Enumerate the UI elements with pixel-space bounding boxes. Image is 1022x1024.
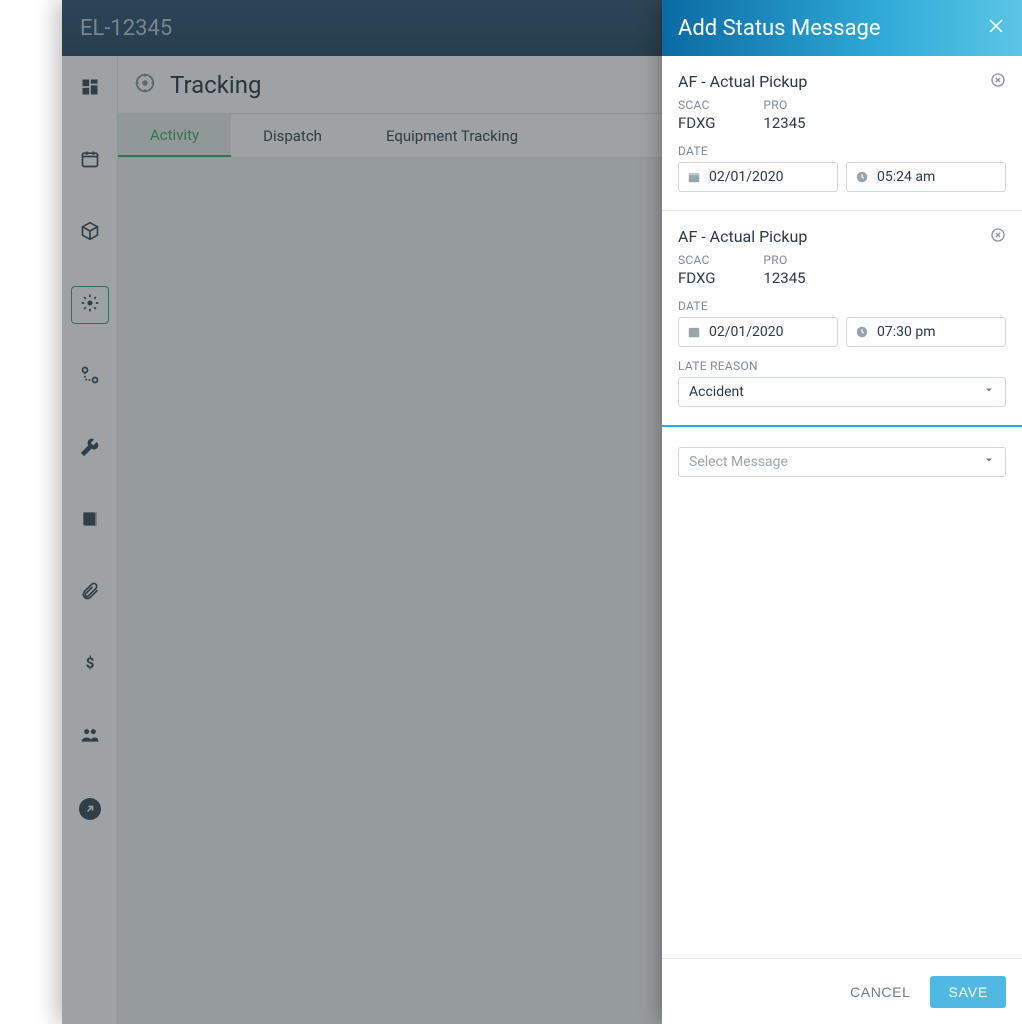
panel-header: Add Status Message xyxy=(662,0,1022,56)
remove-status-button[interactable] xyxy=(990,227,1006,247)
time-value: 07:30 pm xyxy=(877,324,935,340)
status-block: AF - Actual Pickup SCAC FDXG PRO 12345 D… xyxy=(662,211,1022,427)
sidebar-item-attachments[interactable] xyxy=(71,574,109,612)
scac-value: FDXG xyxy=(678,114,715,132)
package-icon xyxy=(80,221,100,245)
sidebar-item-tracking[interactable] xyxy=(71,286,109,324)
dollar-icon: $ xyxy=(80,653,100,677)
remove-icon xyxy=(990,72,1006,88)
sidebar-item-calendar[interactable] xyxy=(71,142,109,180)
panel-body: AF - Actual Pickup SCAC FDXG PRO 12345 D… xyxy=(662,56,1022,958)
tracking-icon xyxy=(80,293,100,317)
scac-value: FDXG xyxy=(678,269,715,287)
late-reason-label: LATE REASON xyxy=(678,359,1006,373)
close-icon xyxy=(986,16,1006,36)
sidebar-item-tools[interactable] xyxy=(71,430,109,468)
tab-activity[interactable]: Activity xyxy=(118,114,231,157)
date-label: DATE xyxy=(678,144,1006,158)
status-block: AF - Actual Pickup SCAC FDXG PRO 12345 D… xyxy=(662,56,1022,211)
sidebar-item-launch[interactable] xyxy=(71,790,109,828)
page-title: Tracking xyxy=(170,71,261,99)
select-message-placeholder: Select Message xyxy=(689,454,788,470)
date-value: 02/01/2020 xyxy=(709,169,784,185)
window-title: EL-12345 xyxy=(80,16,172,41)
wrench-icon xyxy=(80,437,100,461)
clock-icon xyxy=(855,170,869,184)
date-input[interactable]: 02/01/2020 xyxy=(678,317,838,347)
calendar-icon xyxy=(687,325,701,339)
late-reason-value: Accident xyxy=(689,384,744,400)
date-value: 02/01/2020 xyxy=(709,324,784,340)
chevron-down-icon xyxy=(983,454,995,470)
late-reason-select[interactable]: Accident xyxy=(678,377,1006,407)
pro-value: 12345 xyxy=(763,114,805,132)
calendar-icon xyxy=(687,170,701,184)
panel-title: Add Status Message xyxy=(678,16,881,41)
time-value: 05:24 am xyxy=(877,169,935,185)
panel-footer: CANCEL SAVE xyxy=(662,958,1022,1024)
dashboard-icon xyxy=(80,77,100,101)
sidebar-item-package[interactable] xyxy=(71,214,109,252)
book-icon xyxy=(80,509,100,533)
time-input[interactable]: 05:24 am xyxy=(846,162,1006,192)
sidebar-item-billing[interactable]: $ xyxy=(71,646,109,684)
date-input[interactable]: 02/01/2020 xyxy=(678,162,838,192)
pro-label: PRO xyxy=(763,98,805,112)
clock-icon xyxy=(855,325,869,339)
cancel-button[interactable]: CANCEL xyxy=(850,984,910,1000)
close-button[interactable] xyxy=(986,16,1006,40)
scac-label: SCAC xyxy=(678,253,715,267)
scac-label: SCAC xyxy=(678,98,715,112)
tracking-header-icon xyxy=(134,72,156,98)
remove-icon xyxy=(990,227,1006,243)
date-label: DATE xyxy=(678,299,1006,313)
sidebar-item-route[interactable] xyxy=(71,358,109,396)
launch-icon xyxy=(79,798,101,820)
select-message[interactable]: Select Message xyxy=(678,447,1006,477)
select-message-block: Select Message xyxy=(662,427,1022,493)
time-input[interactable]: 07:30 pm xyxy=(846,317,1006,347)
sidebar-item-people[interactable] xyxy=(71,718,109,756)
people-icon xyxy=(80,725,100,749)
attachment-icon xyxy=(80,581,100,605)
sidebar: $ xyxy=(62,56,118,1024)
calendar-icon xyxy=(80,149,100,173)
add-status-panel: Add Status Message AF - Actual Pickup SC… xyxy=(662,0,1022,1024)
status-title: AF - Actual Pickup xyxy=(678,227,807,246)
tab-dispatch[interactable]: Dispatch xyxy=(231,114,354,157)
sidebar-item-docs[interactable] xyxy=(71,502,109,540)
sidebar-item-dashboard[interactable] xyxy=(71,70,109,108)
save-button[interactable]: SAVE xyxy=(930,976,1006,1008)
remove-status-button[interactable] xyxy=(990,72,1006,92)
status-title: AF - Actual Pickup xyxy=(678,72,807,91)
tab-label: Dispatch xyxy=(263,127,322,145)
svg-text:$: $ xyxy=(85,654,94,672)
pro-value: 12345 xyxy=(763,269,805,287)
pro-label: PRO xyxy=(763,253,805,267)
tab-label: Equipment Tracking xyxy=(386,127,518,145)
tab-equipment-tracking[interactable]: Equipment Tracking xyxy=(354,114,550,157)
tab-label: Activity xyxy=(150,126,199,144)
chevron-down-icon xyxy=(983,384,995,400)
route-icon xyxy=(80,365,100,389)
